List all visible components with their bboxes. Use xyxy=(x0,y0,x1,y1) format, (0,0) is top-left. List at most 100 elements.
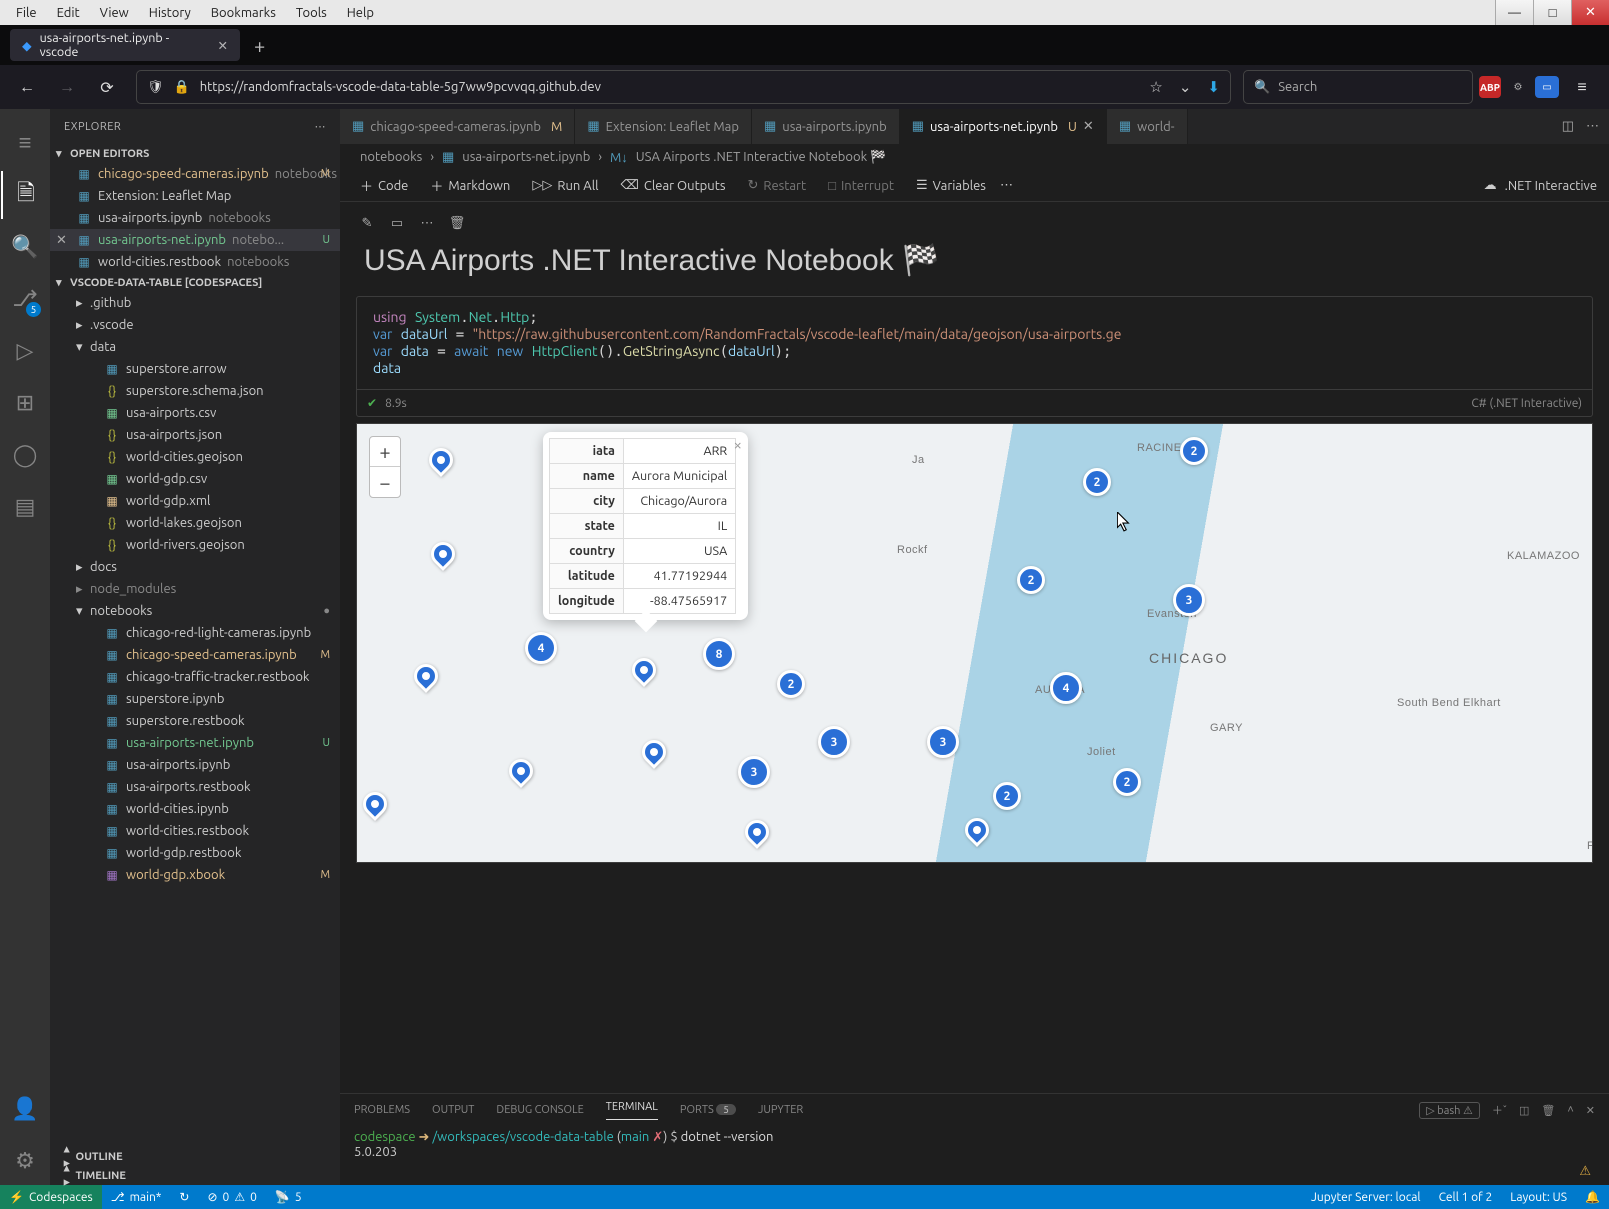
zoom-in-button[interactable]: + xyxy=(370,437,400,467)
add-code-button[interactable]: ＋ Code xyxy=(352,173,416,198)
url-bar[interactable]: 🛡 🔒 https://randomfractals-vscode-data-t… xyxy=(136,70,1231,104)
reload-button[interactable]: ⟳ xyxy=(90,70,124,104)
map-cluster[interactable]: 2 xyxy=(1083,468,1111,496)
panel-tab-jupyter[interactable]: JUPYTER xyxy=(758,1104,803,1116)
menu-icon[interactable]: ≡ xyxy=(1,119,49,167)
kernel-indicator[interactable]: .NET Interactive xyxy=(1505,179,1597,193)
variables-button[interactable]: ☰ Variables xyxy=(908,175,994,196)
open-editors-section[interactable]: OPEN EDITORS xyxy=(50,144,340,163)
file-item[interactable]: {}world-rivers.geojson xyxy=(50,534,340,556)
status-jupyter[interactable]: Jupyter Server: local xyxy=(1302,1190,1430,1204)
split-terminal-icon[interactable]: ◫ xyxy=(1519,1104,1529,1117)
map-cluster[interactable]: 3 xyxy=(1173,584,1205,616)
toolbar-overflow-icon[interactable]: ⋯ xyxy=(1000,178,1013,193)
extensions-icon[interactable]: ⊞ xyxy=(1,379,49,427)
file-item[interactable]: ▦usa-airports.csv xyxy=(50,402,340,424)
more-editor-actions-icon[interactable]: ⋯ xyxy=(1586,119,1599,134)
close-panel-icon[interactable]: ✕ xyxy=(1586,1104,1595,1117)
terminal-warning-icon[interactable]: ⚠ xyxy=(1579,1164,1591,1179)
menu-file[interactable]: File xyxy=(6,3,47,23)
folder-item[interactable]: ▸node_modules xyxy=(50,578,340,600)
panel-tab-ports[interactable]: PORTS 5 xyxy=(680,1104,736,1116)
file-item[interactable]: ▦world-gdp.xbookM xyxy=(50,864,340,886)
leaflet-map[interactable]: + − RACINEJaRockfKALAMAZOOEvanstonCHICAG… xyxy=(356,423,1593,863)
file-item[interactable]: ▦chicago-speed-cameras.ipynbM xyxy=(50,644,340,666)
breadcrumb[interactable]: notebooks› ▦usa-airports-net.ipynb› M↓US… xyxy=(340,144,1609,170)
kernel-server-icon[interactable]: ☁ xyxy=(1484,178,1497,193)
menu-tools[interactable]: Tools xyxy=(286,3,337,23)
interrupt-button[interactable]: □ Interrupt xyxy=(820,175,902,196)
run-debug-icon[interactable]: ▷ xyxy=(1,327,49,375)
tab-close-icon[interactable]: ✕ xyxy=(218,38,228,53)
abp-extension-icon[interactable]: ABP xyxy=(1479,76,1501,98)
code-cell[interactable]: using System.Net.Http; var dataUrl = "ht… xyxy=(356,296,1593,417)
maximize-panel-icon[interactable]: ˄ xyxy=(1567,1104,1573,1116)
bookmark-icon[interactable]: ☆ xyxy=(1149,78,1162,96)
editor-tab[interactable]: ▦usa-airports-net.ipynbU✕ xyxy=(900,109,1107,144)
cell-language[interactable]: C# (.NET Interactive) xyxy=(1471,397,1582,410)
menu-help[interactable]: Help xyxy=(337,3,384,23)
shield-icon[interactable]: 🛡 xyxy=(147,80,164,95)
file-item[interactable]: ▦world-cities.ipynb xyxy=(50,798,340,820)
browser-tab-active[interactable]: ◆ usa-airports-net.ipynb - vscode ✕ xyxy=(10,29,240,61)
window-minimize[interactable]: — xyxy=(1495,0,1533,25)
timeline-section[interactable]: ▸TIMELINE xyxy=(50,1166,340,1185)
editor-tab[interactable]: ▦chicago-speed-cameras.ipynbM xyxy=(340,109,575,144)
folder-item[interactable]: ▸.github xyxy=(50,292,340,314)
open-editor-item[interactable]: ▦usa-airports.ipynbnotebooks xyxy=(50,207,340,229)
status-branch[interactable]: ⎇ main* xyxy=(102,1190,171,1204)
file-item[interactable]: ▦world-gdp.restbook xyxy=(50,842,340,864)
new-tab-button[interactable]: + xyxy=(254,34,265,57)
file-item[interactable]: {}world-cities.geojson xyxy=(50,446,340,468)
lock-icon[interactable]: 🔒 xyxy=(174,80,190,95)
map-cluster[interactable]: 2 xyxy=(993,782,1021,810)
explorer-actions-icon[interactable]: ⋯ xyxy=(315,120,327,133)
folder-item[interactable]: ▸.vscode xyxy=(50,314,340,336)
zoom-extension-icon[interactable]: ▭ xyxy=(1535,76,1559,98)
file-item[interactable]: ▦world-gdp.csv xyxy=(50,468,340,490)
map-cluster[interactable]: 3 xyxy=(927,726,959,758)
open-editor-item[interactable]: ▦world-cities.restbooknotebooks xyxy=(50,251,340,273)
settings-extension-icon[interactable]: ⚙ xyxy=(1507,76,1529,98)
open-editor-item[interactable]: ▦chicago-speed-cameras.ipynbnotebooksM xyxy=(50,163,340,185)
file-item[interactable]: {}usa-airports.json xyxy=(50,424,340,446)
kill-terminal-icon[interactable]: 🗑 xyxy=(1541,1104,1555,1117)
map-cluster[interactable]: 8 xyxy=(703,638,735,670)
file-item[interactable]: ▦world-cities.restbook xyxy=(50,820,340,842)
back-button[interactable]: ← xyxy=(10,70,44,104)
menu-bookmarks[interactable]: Bookmarks xyxy=(201,3,286,23)
hamburger-menu[interactable]: ≡ xyxy=(1565,70,1599,104)
code-content[interactable]: using System.Net.Http; var dataUrl = "ht… xyxy=(357,297,1592,389)
folder-item[interactable]: ▾data xyxy=(50,336,340,358)
file-item[interactable]: ▦usa-airports.restbook xyxy=(50,776,340,798)
status-sync[interactable]: ↻ xyxy=(170,1190,198,1204)
add-markdown-button[interactable]: ＋ Markdown xyxy=(422,173,518,198)
workspace-section[interactable]: VSCODE-DATA-TABLE [CODESPACES] xyxy=(50,273,340,292)
folder-item[interactable]: ▸docs xyxy=(50,556,340,578)
file-item[interactable]: ▦superstore.restbook xyxy=(50,710,340,732)
cell-more-icon[interactable]: ⋯ xyxy=(418,216,436,231)
map-cluster[interactable]: 2 xyxy=(1113,768,1141,796)
split-editor-icon[interactable]: ◫ xyxy=(1562,119,1574,134)
restart-button[interactable]: ↻ Restart xyxy=(739,175,814,196)
file-item[interactable]: ▦usa-airports-net.ipynbU xyxy=(50,732,340,754)
new-terminal-icon[interactable]: ＋ˇ xyxy=(1492,1102,1507,1118)
editor-tab[interactable]: ▦Extension: Leaflet Map xyxy=(575,109,752,144)
file-item[interactable]: ▦superstore.ipynb xyxy=(50,688,340,710)
file-item[interactable]: ▦superstore.arrow xyxy=(50,358,340,380)
status-codespace[interactable]: ⚡ Codespaces xyxy=(0,1185,102,1209)
editor-tab[interactable]: ▦usa-airports.ipynb xyxy=(752,109,900,144)
search-bar[interactable]: 🔍 Search xyxy=(1243,70,1473,104)
status-cell[interactable]: Cell 1 of 2 xyxy=(1430,1190,1502,1204)
open-editor-item[interactable]: ✕▦usa-airports-net.ipynbnotebo...U xyxy=(50,229,340,251)
window-maximize[interactable]: □ xyxy=(1533,0,1571,25)
pocket-icon[interactable]: ⌄ xyxy=(1179,78,1192,96)
map-cluster[interactable]: 3 xyxy=(818,726,850,758)
map-cluster[interactable]: 2 xyxy=(777,670,805,698)
forward-button[interactable]: → xyxy=(50,70,84,104)
accounts-icon[interactable]: 👤 xyxy=(1,1085,49,1133)
file-item[interactable]: ▦chicago-red-light-cameras.ipynb xyxy=(50,622,340,644)
terminal-shell-icon[interactable]: ▷ bash ⚠ xyxy=(1419,1102,1480,1119)
zoom-out-button[interactable]: − xyxy=(370,467,400,497)
notebook-body[interactable]: ✎ ▭ ⋯ 🗑 USA Airports .NET Interactive No… xyxy=(340,202,1609,1093)
